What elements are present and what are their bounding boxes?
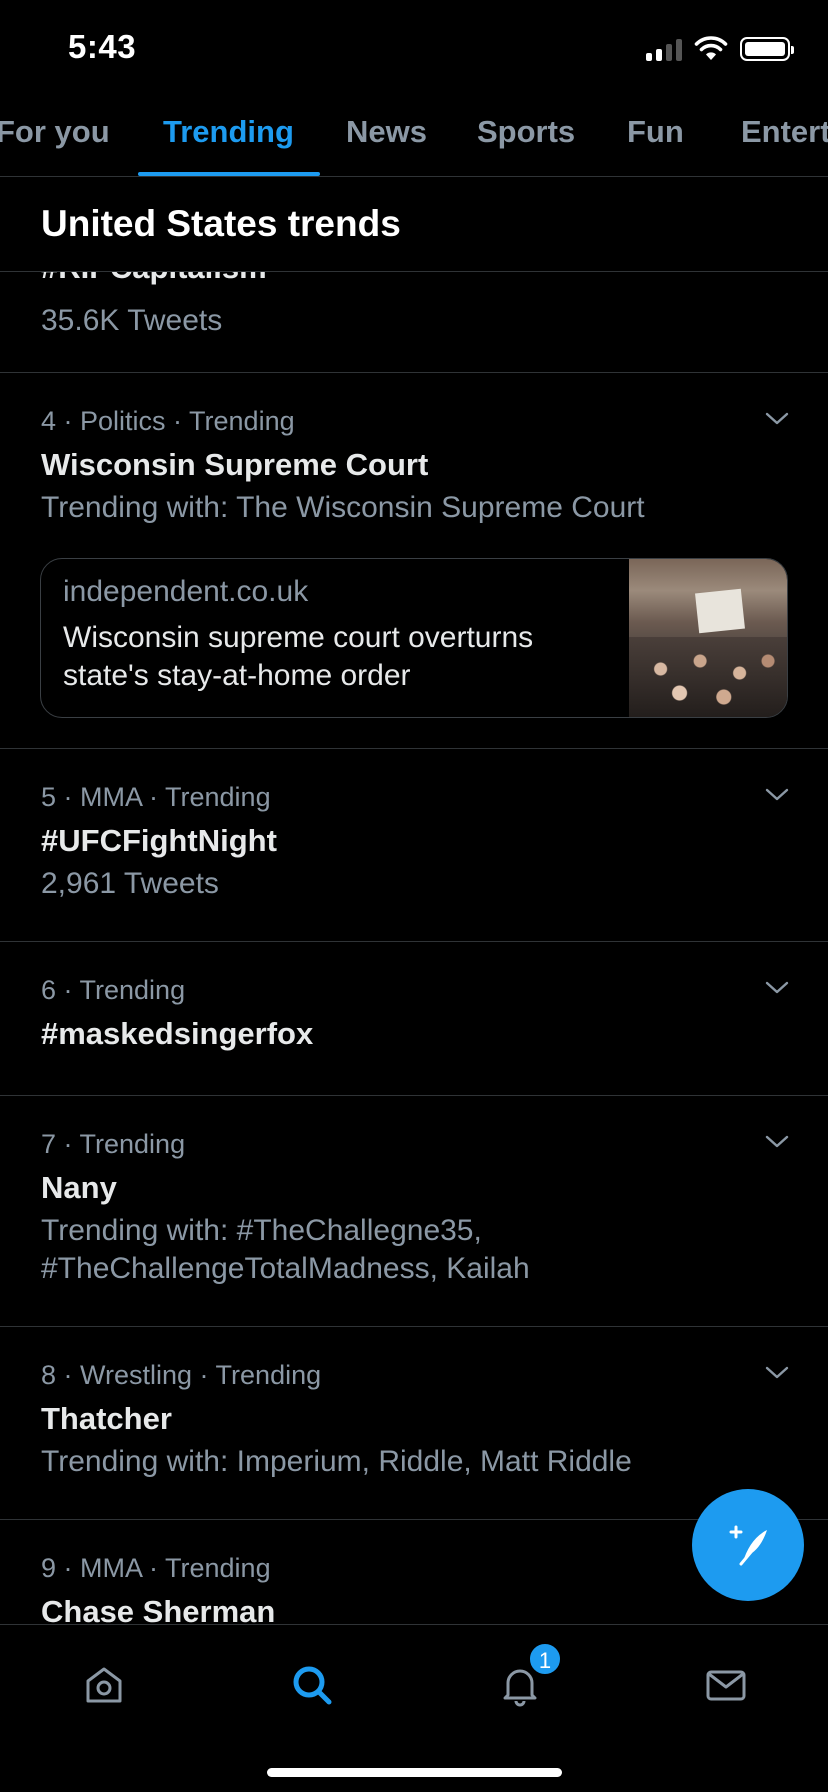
trend-name: #RIPCapitalism [41, 272, 267, 286]
trend-item[interactable]: 4 · Politics · Trending Wisconsin Suprem… [0, 373, 828, 749]
trend-sub: Trending with: #TheChallegne35, #TheChal… [41, 1214, 530, 1285]
nav-messages[interactable] [696, 1655, 756, 1715]
trends-list: #RIPCapitalism 35.6K Tweets 4 · Politics… [0, 272, 828, 1624]
chevron-down-icon[interactable] [764, 975, 790, 1001]
trend-name: Nany [41, 1170, 117, 1205]
trend-sub: Trending with: Imperium, Riddle, Matt Ri… [41, 1445, 632, 1478]
tab-sports[interactable]: Sports [477, 114, 575, 150]
battery-icon [740, 37, 794, 61]
chevron-down-icon[interactable] [764, 782, 790, 808]
explore-tabs: For you Trending News Sports Fun Entert [0, 100, 828, 177]
trend-meta: 8 · Wrestling · Trending [41, 1360, 322, 1390]
notifications-badge: 1 [528, 1642, 562, 1676]
trend-name: Wisconsin Supreme Court [41, 447, 429, 482]
compose-icon [729, 1525, 767, 1566]
cellular-signal-icon [646, 37, 682, 61]
trend-name: #maskedsingerfox [41, 1016, 314, 1051]
active-tab-indicator [138, 172, 320, 176]
trend-name: #UFCFightNight [41, 823, 277, 858]
nav-home[interactable] [74, 1655, 134, 1715]
trend-meta: 5 · MMA · Trending [41, 782, 271, 812]
news-headline: Wisconsin supreme court overturns state'… [63, 621, 534, 692]
wifi-icon [694, 36, 728, 60]
trend-item[interactable]: 6 · Trending #maskedsingerfox [0, 942, 828, 1096]
trend-name: Thatcher [41, 1401, 172, 1436]
trend-meta: 9 · MMA · Trending [41, 1553, 271, 1583]
tab-trending[interactable]: Trending [163, 114, 294, 150]
chevron-down-icon[interactable] [764, 1360, 790, 1386]
search-icon [293, 1666, 332, 1705]
trend-item[interactable]: 8 · Wrestling · Trending Thatcher Trendi… [0, 1327, 828, 1520]
trend-name: Chase Sherman [41, 1594, 276, 1624]
trend-meta: 7 · Trending [41, 1129, 186, 1159]
chevron-down-icon[interactable] [764, 1129, 790, 1155]
trend-sub: 2,961 Tweets [41, 867, 219, 900]
news-source: independent.co.uk [63, 575, 309, 608]
home-icon [86, 1667, 122, 1703]
bottom-nav: 1 [0, 1624, 828, 1792]
status-time: 5:43 [68, 28, 137, 65]
section-header: United States trends [0, 177, 828, 272]
home-indicator[interactable] [267, 1768, 562, 1777]
trend-meta: 6 · Trending [41, 975, 186, 1005]
tab-news[interactable]: News [346, 114, 427, 150]
tab-for-you[interactable]: For you [0, 114, 110, 150]
mail-icon [706, 1670, 746, 1701]
trend-item[interactable]: 5 · MMA · Trending #UFCFightNight 2,961 … [0, 749, 828, 942]
trend-sub: Trending with: The Wisconsin Supreme Cou… [41, 491, 645, 524]
trend-sub: 35.6K Tweets [41, 304, 223, 337]
chevron-down-icon[interactable] [764, 406, 790, 432]
news-card[interactable]: independent.co.uk Wisconsin supreme cour… [40, 558, 788, 718]
nav-search[interactable] [282, 1655, 342, 1715]
trend-meta: 4 · Politics · Trending [41, 406, 295, 436]
tab-fun[interactable]: Fun [627, 114, 684, 150]
tab-entertainment[interactable]: Entert [741, 114, 828, 150]
news-thumbnail [629, 559, 787, 717]
status-icons [646, 36, 794, 62]
trend-item[interactable]: #RIPCapitalism 35.6K Tweets [0, 272, 828, 373]
trend-item[interactable]: 7 · Trending Nany Trending with: #TheCha… [0, 1096, 828, 1327]
compose-tweet-button[interactable] [692, 1489, 804, 1601]
status-bar: 5:43 [0, 0, 828, 100]
section-title: United States trends [41, 203, 401, 244]
